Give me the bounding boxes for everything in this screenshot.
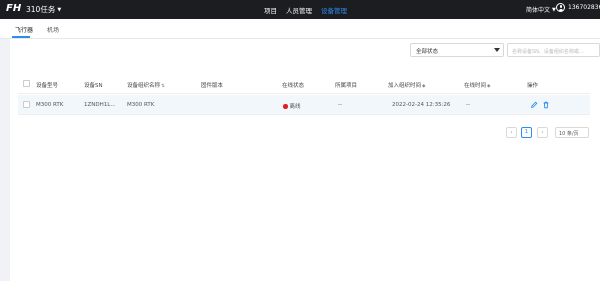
sort-icon: ⇅ bbox=[161, 84, 165, 89]
user-menu[interactable]: 13670283626 bbox=[556, 3, 600, 12]
table-header: 设备型号 设备SN 设备组织名称⇅ 固件版本 在线状态 所属项目 加入组织时间◆… bbox=[18, 74, 590, 94]
column-header-online-time-label: 在线时间 bbox=[464, 83, 487, 89]
column-header-firmware: 固件版本 bbox=[201, 83, 224, 89]
nav-item-members[interactable]: 人员管理 bbox=[286, 5, 312, 15]
select-all-checkbox[interactable] bbox=[23, 80, 30, 87]
cell-model: M300 RTK bbox=[36, 102, 64, 108]
search-placeholder: 名称设备SN、设备组织名称或... bbox=[512, 49, 584, 55]
prev-page-button[interactable]: ‹ bbox=[506, 127, 517, 138]
tab-dock[interactable]: 机场 bbox=[47, 25, 59, 34]
column-header-model: 设备型号 bbox=[36, 83, 59, 89]
status-filter-value: 全部状态 bbox=[416, 49, 439, 55]
edit-icon[interactable] bbox=[530, 101, 538, 109]
language-label: 简体中文 bbox=[526, 7, 551, 14]
workspace-name: 310任务 bbox=[26, 5, 56, 14]
page-size-select[interactable]: 10 条/页 bbox=[555, 127, 589, 138]
user-icon bbox=[556, 3, 565, 12]
column-header-org-name[interactable]: 设备组织名称⇅ bbox=[127, 81, 165, 89]
active-tab-indicator bbox=[12, 36, 30, 38]
cell-online-time: -- bbox=[466, 102, 470, 108]
column-header-joined[interactable]: 加入组织时间◆ bbox=[388, 81, 425, 89]
caret-down-icon bbox=[494, 48, 500, 52]
cell-joined: 2022-02-24 12:35:26 bbox=[392, 102, 451, 108]
sort-icon: ◆ bbox=[487, 84, 491, 89]
cell-status: 离线 bbox=[283, 102, 301, 110]
search-input[interactable]: 名称设备SN、设备组织名称或... bbox=[507, 43, 600, 57]
status-filter-select[interactable]: 全部状态 bbox=[410, 43, 504, 57]
offline-dot-icon bbox=[283, 104, 288, 109]
column-header-actions: 操作 bbox=[527, 83, 539, 89]
cell-org-name: M300 RTK bbox=[127, 102, 155, 108]
row-checkbox[interactable] bbox=[23, 101, 30, 108]
language-selector[interactable]: 简体中文 ▼ bbox=[526, 5, 556, 15]
column-header-project: 所属项目 bbox=[335, 83, 358, 89]
next-page-button[interactable]: › bbox=[537, 127, 548, 138]
sort-icon: ◆ bbox=[422, 84, 426, 89]
tab-aircraft[interactable]: 飞行器 bbox=[15, 25, 33, 34]
page-button-current[interactable]: 1 bbox=[521, 127, 532, 138]
user-phone: 13670283626 bbox=[568, 4, 600, 11]
status-text: 离线 bbox=[289, 104, 301, 110]
nav-item-devices[interactable]: 设备管理 bbox=[321, 5, 347, 15]
main-nav: 项目 人员管理 设备管理 bbox=[264, 5, 347, 15]
nav-item-project[interactable]: 项目 bbox=[264, 5, 277, 15]
column-header-sn: 设备SN bbox=[84, 83, 103, 89]
page-size-value: 10 条/页 bbox=[559, 131, 579, 137]
column-header-status: 在线状态 bbox=[282, 83, 305, 89]
delete-icon[interactable] bbox=[542, 101, 550, 109]
cell-project: -- bbox=[338, 102, 342, 108]
column-header-org-name-label: 设备组织名称 bbox=[127, 83, 161, 89]
app-logo: FH bbox=[6, 3, 22, 14]
column-header-joined-label: 加入组织时间 bbox=[388, 83, 422, 89]
chevron-down-icon: ▼ bbox=[57, 6, 62, 13]
workspace-selector[interactable]: 310任务 ▼ bbox=[26, 4, 61, 15]
column-header-online-time[interactable]: 在线时间◆ bbox=[464, 81, 490, 89]
table-row[interactable]: M300 RTK 1ZNDH1L... M300 RTK 离线 -- 2022-… bbox=[18, 95, 590, 115]
top-bar: FH 310任务 ▼ 项目 人员管理 设备管理 简体中文 ▼ 136702836… bbox=[0, 0, 600, 19]
device-type-tabs: 飞行器 机场 bbox=[0, 19, 600, 39]
cell-sn: 1ZNDH1L... bbox=[84, 102, 116, 108]
